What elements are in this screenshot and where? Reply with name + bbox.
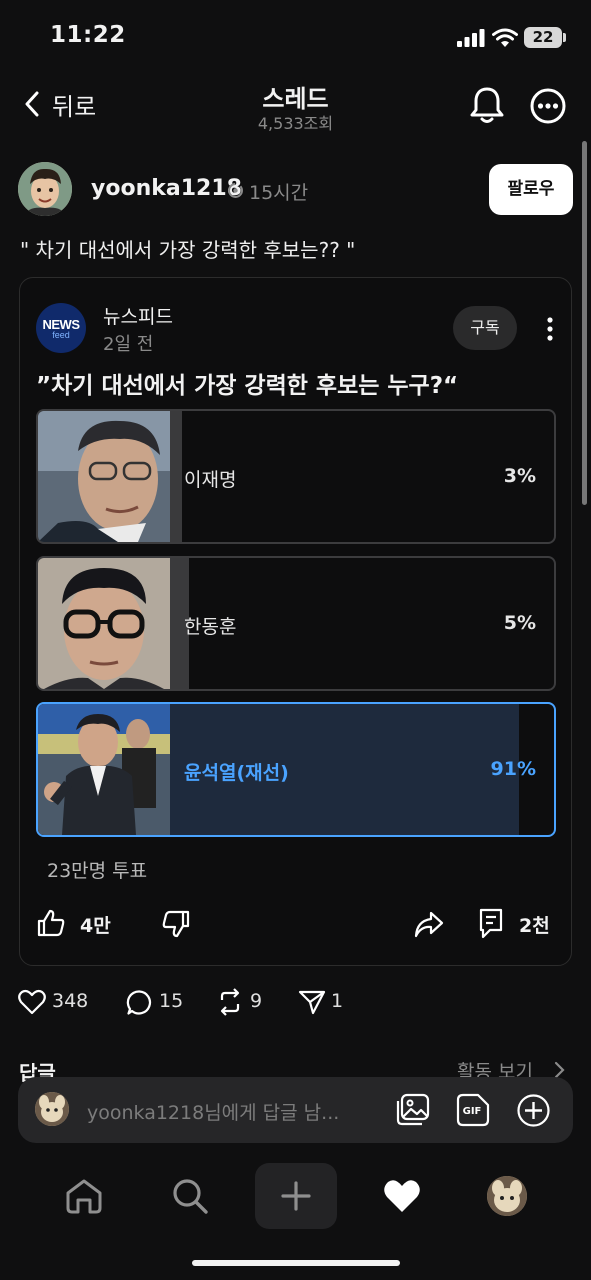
- plus-icon[interactable]: [281, 1181, 311, 1211]
- subscribe-button[interactable]: 구독: [453, 306, 517, 350]
- option-percent: 91%: [490, 758, 536, 780]
- news-feed-logo[interactable]: NEWS feed: [36, 303, 86, 353]
- author-username[interactable]: yoonka1218: [91, 176, 242, 201]
- option-label: 이재명: [184, 469, 237, 491]
- post-text: " 차기 대선에서 가장 강력한 후보는?? ": [20, 238, 356, 262]
- thumbs-down-icon[interactable]: [161, 909, 191, 939]
- battery-tip: [563, 33, 566, 42]
- profile-tab-avatar[interactable]: [487, 1176, 527, 1216]
- vote-count: 23만명 투표: [47, 860, 148, 882]
- comment-icon[interactable]: [126, 989, 153, 1016]
- battery-indicator: 22: [524, 27, 562, 48]
- photo-library-icon[interactable]: [395, 1093, 431, 1127]
- poll-option[interactable]: 이재명 3%: [36, 409, 556, 544]
- kebab-menu-icon[interactable]: [540, 316, 560, 342]
- option-label: 윤석열(재선): [184, 762, 289, 784]
- candidate-photo: [38, 558, 170, 689]
- poll-option[interactable]: 한동훈 5%: [36, 556, 556, 691]
- wifi-icon: [492, 28, 518, 47]
- share-count: 1: [331, 990, 344, 1012]
- home-indicator[interactable]: [192, 1260, 400, 1266]
- status-time: 11:22: [50, 22, 126, 48]
- source-time: 2일 전: [103, 334, 154, 355]
- forward-share-icon[interactable]: [414, 910, 444, 938]
- author-avatar[interactable]: [18, 162, 72, 216]
- repost-icon[interactable]: [216, 988, 244, 1016]
- poll-option-selected[interactable]: 윤석열(재선) 91%: [36, 702, 556, 837]
- repost-count: 9: [250, 990, 263, 1012]
- option-label: 한동훈: [184, 616, 237, 638]
- post-time: 15시간: [249, 182, 309, 204]
- more-options-icon[interactable]: [530, 88, 566, 124]
- send-icon[interactable]: [298, 988, 326, 1016]
- svg-text:GIF: GIF: [463, 1106, 482, 1117]
- follow-button[interactable]: 팔로우: [489, 164, 573, 215]
- bell-icon[interactable]: [470, 86, 504, 124]
- search-icon[interactable]: [171, 1177, 209, 1215]
- add-circle-icon[interactable]: [516, 1093, 551, 1128]
- source-name[interactable]: 뉴스피드: [103, 302, 173, 329]
- comment-count: 2천: [519, 915, 550, 937]
- logo-text-feed: feed: [52, 330, 70, 340]
- signal-icon: [457, 29, 485, 47]
- my-avatar: [35, 1092, 69, 1126]
- scrollbar[interactable]: [582, 141, 587, 505]
- reply-placeholder[interactable]: yoonka1218님에게 답글 남...: [87, 1098, 339, 1125]
- option-percent: 5%: [503, 612, 536, 634]
- heart-filled-icon[interactable]: [383, 1178, 421, 1214]
- candidate-photo: [38, 704, 170, 835]
- poll-title: ”차기 대선에서 가장 강력한 후보는 누구?“: [36, 373, 459, 399]
- like-count: 4만: [80, 915, 111, 937]
- thumbs-up-icon[interactable]: [36, 908, 66, 938]
- verified-loop-icon: [228, 183, 243, 198]
- gif-icon[interactable]: GIF: [456, 1093, 490, 1127]
- option-percent: 3%: [503, 465, 536, 487]
- comment-box-icon[interactable]: [478, 907, 504, 939]
- comment-count: 15: [159, 990, 184, 1012]
- home-icon[interactable]: [64, 1178, 104, 1214]
- like-count: 348: [52, 990, 89, 1012]
- heart-icon[interactable]: [18, 989, 46, 1015]
- candidate-photo: [38, 411, 170, 542]
